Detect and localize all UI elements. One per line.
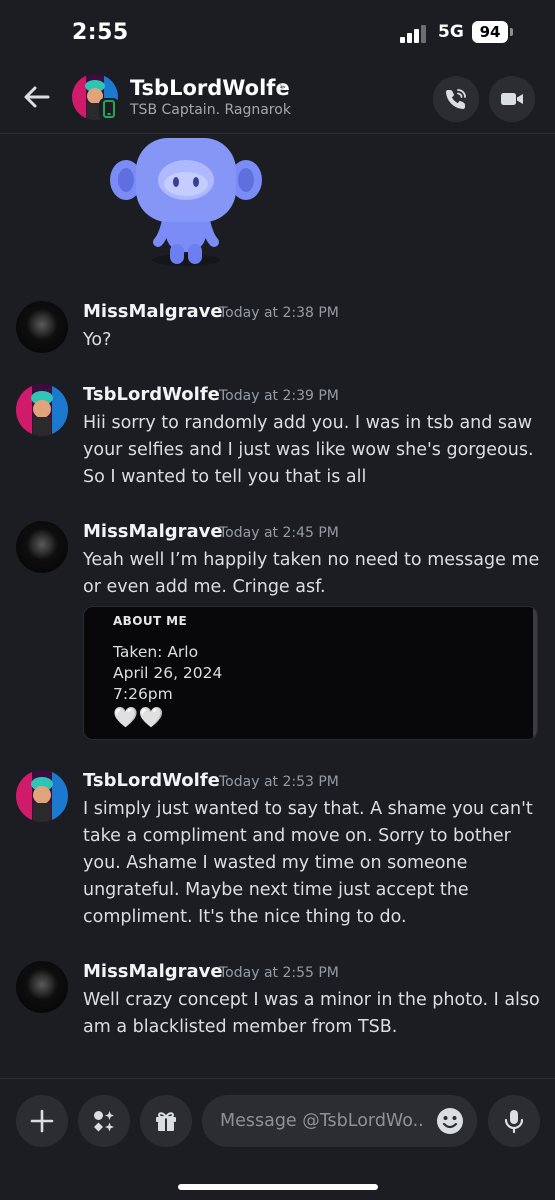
- battery-icon: 94: [472, 21, 508, 43]
- status-bar: 2:55 5G 94: [0, 0, 555, 64]
- header-username[interactable]: TsbLordWolfe: [130, 76, 290, 100]
- attach-button[interactable]: [16, 1095, 68, 1147]
- message-line: Yeah well I’m happily taken no need to m…: [83, 550, 540, 570]
- message-line: or even add me. Cringe asf.: [83, 577, 326, 597]
- header-subtitle: TSB Captain. Ragnarok: [130, 102, 291, 118]
- emoji-icon[interactable]: [435, 1106, 465, 1136]
- mobile-status-icon: [99, 98, 119, 120]
- message-line: compliment. It's the nice thing to do.: [83, 907, 407, 927]
- message-text[interactable]: Hii sorry to randomly add you. I was in …: [83, 410, 538, 491]
- video-call-button[interactable]: [489, 76, 535, 122]
- embed-line: 7:26pm: [113, 685, 173, 703]
- avatar[interactable]: [16, 521, 68, 573]
- message-text[interactable]: Yo?: [83, 327, 538, 354]
- back-arrow-icon[interactable]: [20, 80, 54, 114]
- embed-line: April 26, 2024: [113, 664, 223, 682]
- message-text[interactable]: Yeah well I’m happily taken no need to m…: [83, 547, 540, 601]
- embed-scrollbar[interactable]: [533, 607, 537, 739]
- message-line: So I wanted to tell you that is all: [83, 467, 367, 487]
- message-author[interactable]: TsbLordWolfe: [83, 384, 220, 405]
- message-author[interactable]: TsbLordWolfe: [83, 770, 220, 791]
- dm-header: TsbLordWolfe › TSB Captain. Ragnarok: [0, 64, 555, 134]
- home-indicator[interactable]: [178, 1184, 378, 1190]
- message-timestamp: Today at 2:53 PM: [219, 774, 339, 790]
- embed-title: ABOUT ME: [113, 614, 188, 628]
- message-line: you. Ashame I wasted my time on someone: [83, 853, 468, 873]
- gift-button[interactable]: [140, 1095, 192, 1147]
- message-text[interactable]: Well crazy concept I was a minor in the …: [83, 987, 540, 1041]
- heart-emojis: 🤍🤍: [113, 705, 165, 729]
- avatar[interactable]: [16, 384, 68, 436]
- video-camera-icon: [501, 93, 523, 105]
- embed-line: Taken: Arlo: [113, 643, 199, 661]
- message-line: Yo?: [83, 330, 112, 350]
- message-line: am a blacklisted member from TSB.: [83, 1017, 398, 1037]
- avatar[interactable]: [16, 770, 68, 822]
- wumpus-sticker[interactable]: [106, 136, 266, 272]
- message-text[interactable]: I simply just wanted to say that. A sham…: [83, 796, 538, 931]
- message-author[interactable]: MissMalgrave: [83, 521, 223, 542]
- message-author[interactable]: MissMalgrave: [83, 961, 223, 982]
- avatar[interactable]: [16, 301, 68, 353]
- plus-icon: [30, 1109, 54, 1133]
- message-timestamp: Today at 2:39 PM: [219, 388, 339, 404]
- message-line: Hii sorry to randomly add you. I was in …: [83, 413, 533, 433]
- message-timestamp: Today at 2:45 PM: [219, 525, 339, 541]
- message-line: your selfies and I just was like wow she…: [83, 440, 534, 460]
- avatar[interactable]: [16, 961, 68, 1013]
- message-author[interactable]: MissMalgrave: [83, 301, 223, 322]
- call-button[interactable]: [433, 76, 479, 122]
- signal-icon: [400, 25, 428, 43]
- microphone-icon: [504, 1110, 524, 1134]
- message-line: take a compliment and move on. Sorry to …: [83, 826, 511, 846]
- apps-icon: [94, 1111, 114, 1132]
- message-input[interactable]: [220, 1095, 430, 1147]
- network-type: 5G: [438, 22, 464, 42]
- status-time: 2:55: [72, 20, 129, 45]
- message-timestamp: Today at 2:38 PM: [219, 305, 339, 321]
- battery-nub: [510, 28, 513, 36]
- composer-bar: [0, 1078, 555, 1200]
- message-timestamp: Today at 2:55 PM: [219, 965, 339, 981]
- phone-icon: [446, 89, 466, 109]
- about-me-embed[interactable]: ABOUT ME Taken: Arlo April 26, 2024 7:26…: [83, 606, 538, 740]
- gift-icon: [156, 1112, 176, 1131]
- message-line: ungrateful. Maybe next time just accept …: [83, 880, 469, 900]
- apps-button[interactable]: [78, 1095, 130, 1147]
- chevron-right-icon[interactable]: ›: [278, 76, 286, 98]
- message-line: I simply just wanted to say that. A sham…: [83, 799, 533, 819]
- message-input-wrapper[interactable]: [202, 1095, 477, 1147]
- message-line: Well crazy concept I was a minor in the …: [83, 990, 540, 1010]
- voice-message-button[interactable]: [488, 1095, 540, 1147]
